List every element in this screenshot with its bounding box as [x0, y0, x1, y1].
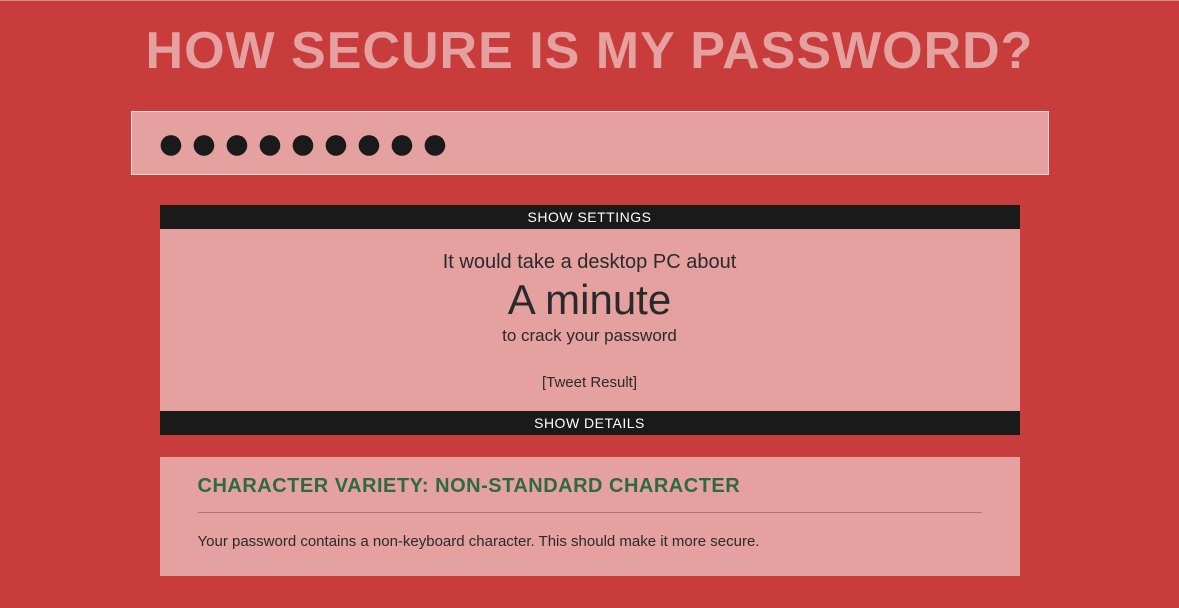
info-description: Your password contains a non-keyboard ch…	[198, 533, 982, 550]
password-input[interactable]	[131, 111, 1049, 175]
info-heading: CHARACTER VARIETY: NON-STANDARD CHARACTE…	[198, 475, 982, 513]
info-panel: CHARACTER VARIETY: NON-STANDARD CHARACTE…	[160, 457, 1020, 576]
result-prefix-text: It would take a desktop PC about	[160, 251, 1020, 274]
result-suffix-text: to crack your password	[160, 326, 1020, 346]
page-container: HOW SECURE IS MY PASSWORD? SHOW SETTINGS…	[0, 1, 1179, 596]
result-panel: It would take a desktop PC about A minut…	[160, 229, 1020, 411]
page-title: HOW SECURE IS MY PASSWORD?	[0, 21, 1179, 81]
tweet-result-link[interactable]: [Tweet Result]	[160, 374, 1020, 391]
result-time-text: A minute	[160, 276, 1020, 324]
show-details-button[interactable]: SHOW DETAILS	[160, 411, 1020, 435]
content-wrapper: SHOW SETTINGS It would take a desktop PC…	[131, 111, 1049, 576]
results-section: SHOW SETTINGS It would take a desktop PC…	[160, 205, 1020, 576]
show-settings-button[interactable]: SHOW SETTINGS	[160, 205, 1020, 229]
